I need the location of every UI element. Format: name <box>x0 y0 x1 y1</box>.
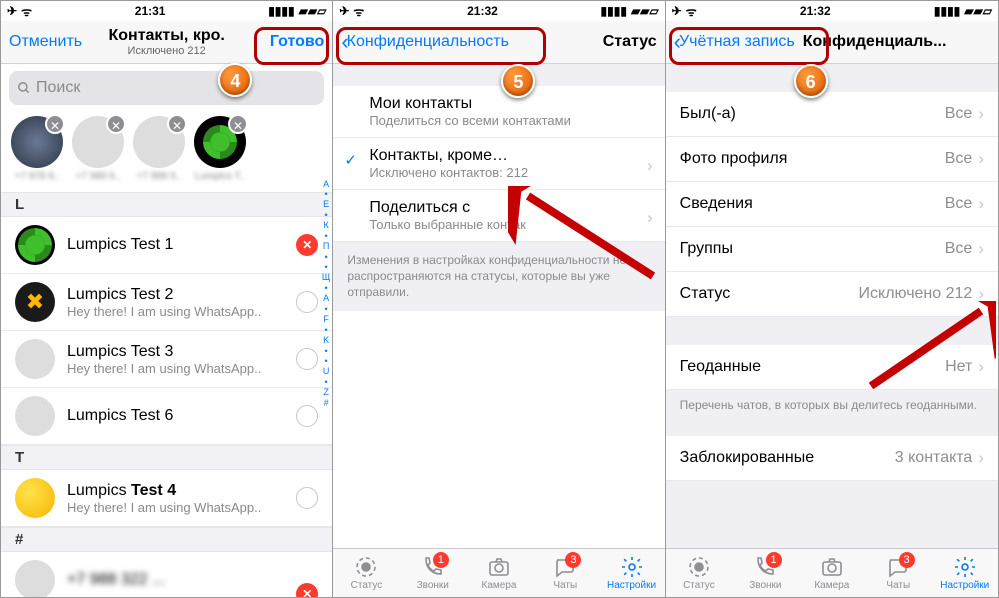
option-my-contacts[interactable]: Мои контактыПоделиться со всеми контакта… <box>333 86 664 138</box>
privacy-note: Изменения в настройках конфиденциальност… <box>333 242 664 311</box>
row-profile-photo[interactable]: Фото профиляВсе› <box>666 137 998 182</box>
tab-settings[interactable]: Настройки <box>598 549 664 597</box>
done-button[interactable]: Готово <box>270 33 324 51</box>
option-contacts-except[interactable]: ✓ Контакты, кроме…Исключено контактов: 2… <box>333 138 664 190</box>
contact-row[interactable]: Lumpics Test 6 <box>1 388 332 445</box>
remove-icon: ✕ <box>228 114 248 134</box>
contact-row[interactable]: Lumpics Test 3Hey there! I am using What… <box>1 331 332 388</box>
nav-title: Контакты, кро. <box>108 27 224 45</box>
checkmark-icon: ✓ <box>344 151 357 169</box>
back-button[interactable]: Учётная запись <box>679 33 795 51</box>
pane-status-privacy: ✈︎ᯤ 21:32 ▮▮▮▮▰▰▱ ‹ Конфиденциальность С… <box>333 1 665 597</box>
contact-row[interactable]: Lumpics Test 4Hey there! I am using What… <box>1 470 332 527</box>
tab-camera[interactable]: Камера <box>799 549 865 597</box>
pane-privacy-settings: ✈︎ᯤ 21:32 ▮▮▮▮▰▰▱ ‹ Учётная запись Конфи… <box>666 1 998 597</box>
avatar <box>15 225 55 265</box>
navbar: ‹ Учётная запись Конфиденциаль... <box>666 21 998 64</box>
tab-calls[interactable]: Звонки1 <box>400 549 466 597</box>
row-blocked[interactable]: Заблокированные3 контакта› <box>666 436 998 481</box>
tab-camera[interactable]: Камера <box>466 549 532 597</box>
status-bar: ✈︎ᯤ 21:31 ▮▮▮▮▰▰▱ <box>1 1 332 21</box>
avatar <box>15 339 55 379</box>
contact-row[interactable]: Lumpics Test 1 ✕ <box>1 217 332 274</box>
nav-title: Конфиденциаль... <box>803 33 947 51</box>
chevron-right-icon: › <box>978 104 984 124</box>
selected-contact[interactable]: ✕Lumpics T.. <box>192 116 248 182</box>
remove-icon: ✕ <box>167 114 187 134</box>
tab-status[interactable]: Статус <box>333 549 399 597</box>
battery-icon: ▰▰▱ <box>299 4 327 18</box>
remove-icon: ✕ <box>45 114 65 134</box>
index-rail[interactable]: А•Е•К•П••Щ•А•F•K••U•Z# <box>322 179 330 409</box>
avatar <box>15 478 55 518</box>
tab-settings[interactable]: Настройки <box>932 549 998 597</box>
status-bar: ✈︎ᯤ 21:32 ▮▮▮▮▰▰▱ <box>333 1 664 21</box>
remove-icon: ✕ <box>106 114 126 134</box>
airplane-icon: ✈︎ <box>7 4 17 18</box>
tab-bar: Статус Звонки1 Камера Чаты3 Настройки <box>333 548 664 597</box>
search-input[interactable]: Поиск <box>9 71 324 105</box>
selected-contacts-row: ✕+7 978 8.. ✕+7 989 6.. ✕+7 989 5.. ✕Lum… <box>1 112 332 192</box>
row-live-location[interactable]: ГеоданныеНет› <box>666 345 998 390</box>
avatar <box>15 396 55 436</box>
badge: 1 <box>433 552 449 568</box>
tab-bar: Статус Звонки1 Камера Чаты3 Настройки <box>666 548 998 597</box>
geo-note: Перечень чатов, в которых вы делитесь ге… <box>666 390 998 420</box>
selected-contact[interactable]: ✕+7 978 8.. <box>9 116 65 182</box>
section-header: T <box>1 445 332 470</box>
select-circle[interactable] <box>296 291 318 313</box>
row-about[interactable]: СведенияВсе› <box>666 182 998 227</box>
nav-subtitle: Исключено 212 <box>108 45 224 57</box>
step-badge-6: 6 <box>794 64 828 98</box>
tab-calls[interactable]: Звонки1 <box>732 549 798 597</box>
navbar: Отменить Контакты, кро. Исключено 212 Го… <box>1 21 332 64</box>
row-last-seen[interactable]: Был(-а)Все› <box>666 92 998 137</box>
selected-contact[interactable]: ✕+7 989 5.. <box>131 116 187 182</box>
selected-contact[interactable]: ✕+7 989 6.. <box>70 116 126 182</box>
section-header: # <box>1 527 332 552</box>
select-circle[interactable] <box>296 405 318 427</box>
contact-row[interactable]: +7 988 322 ... ✕ <box>1 552 332 597</box>
row-groups[interactable]: ГруппыВсе› <box>666 227 998 272</box>
back-button[interactable]: Конфиденциальность <box>347 33 509 51</box>
badge: 3 <box>565 552 581 568</box>
navbar: ‹ Конфиденциальность Статус <box>333 21 664 64</box>
contact-row[interactable]: ✖︎ Lumpics Test 2Hey there! I am using W… <box>1 274 332 331</box>
nav-title: Статус <box>603 33 657 51</box>
tab-status[interactable]: Статус <box>666 549 732 597</box>
exclude-icon[interactable]: ✕ <box>296 234 318 256</box>
exclude-icon[interactable]: ✕ <box>296 583 318 597</box>
section-header: L <box>1 192 332 217</box>
avatar: ✖︎ <box>15 282 55 322</box>
pane-contacts-except: ✈︎ᯤ 21:31 ▮▮▮▮▰▰▱ Отменить Контакты, кро… <box>1 1 333 597</box>
chevron-right-icon: › <box>647 208 653 228</box>
status-bar: ✈︎ᯤ 21:32 ▮▮▮▮▰▰▱ <box>666 1 998 21</box>
tab-chats[interactable]: Чаты3 <box>865 549 931 597</box>
select-circle[interactable] <box>296 487 318 509</box>
status-time: 21:31 <box>135 4 166 18</box>
row-status[interactable]: СтатусИсключено 212› <box>666 272 998 317</box>
chevron-right-icon: › <box>647 156 653 176</box>
tab-chats[interactable]: Чаты3 <box>532 549 598 597</box>
avatar <box>15 560 55 597</box>
wifi-icon: ᯤ <box>21 3 32 20</box>
select-circle[interactable] <box>296 348 318 370</box>
option-share-with[interactable]: Поделиться сТолько выбранные контак › <box>333 190 664 242</box>
cancel-button[interactable]: Отменить <box>9 33 82 51</box>
